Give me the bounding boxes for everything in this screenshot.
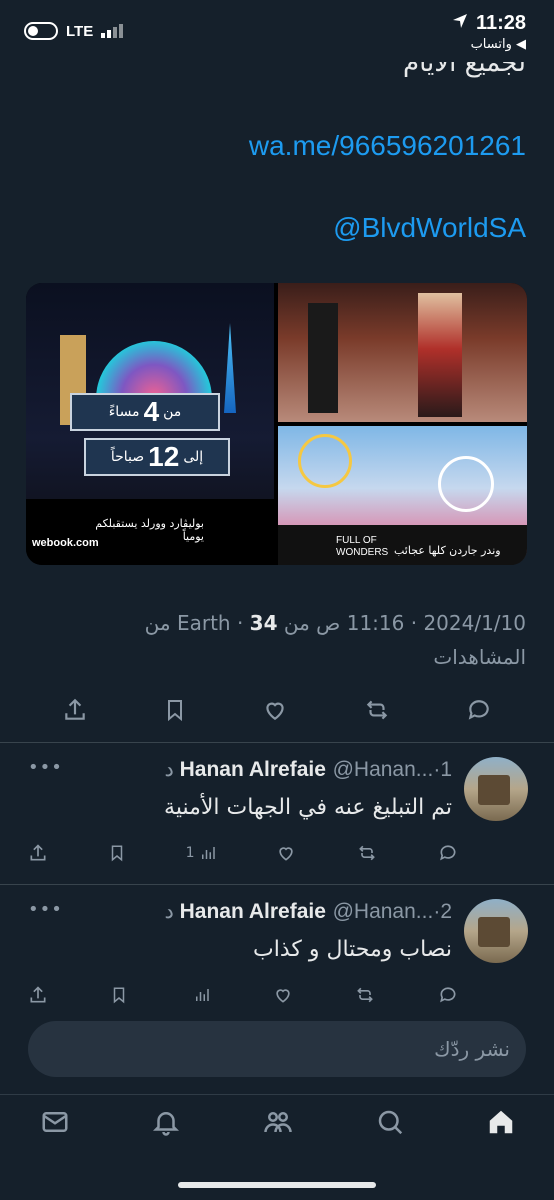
views-stat[interactable]: 1 xyxy=(186,843,217,863)
tweet-actions xyxy=(62,697,492,723)
status-bar: LTE 11:28 ◀ واتساب xyxy=(0,0,554,62)
tab-home[interactable] xyxy=(486,1107,516,1137)
mail-icon xyxy=(40,1107,70,1137)
search-icon xyxy=(375,1107,405,1137)
reply-input[interactable] xyxy=(70,1021,510,1077)
signal-icon xyxy=(101,24,124,38)
like-heart-icon[interactable] xyxy=(262,697,288,723)
reply-actions: 1 xyxy=(28,843,458,863)
mention-link[interactable]: @BlvdWorldSA xyxy=(333,212,526,244)
reply-handle: @Hanan... xyxy=(332,758,434,781)
tab-search[interactable] xyxy=(375,1107,405,1137)
share-icon[interactable] xyxy=(28,985,48,1005)
divider xyxy=(0,884,554,885)
location-arrow-icon xyxy=(452,12,468,35)
analytics-icon xyxy=(199,843,217,863)
back-to-app-link[interactable]: ◀ واتساب xyxy=(452,37,526,52)
more-options-icon[interactable]: ••• xyxy=(28,757,63,778)
reply-header: Hanan Alrefaie @Hanan...·1 د xyxy=(164,758,452,781)
dancer-shape xyxy=(418,293,462,417)
views-count: 1 xyxy=(185,845,195,861)
reply-text: تم التبليغ عنه في الجهات الأمنية xyxy=(164,795,452,820)
views-stat[interactable] xyxy=(189,985,211,1005)
media-caption: بوليڤارد وورلد يستقبلكم يومياً xyxy=(95,517,204,543)
tab-communities[interactable] xyxy=(262,1107,294,1137)
dancer-shape xyxy=(308,303,338,413)
ferris-wheel-shape xyxy=(438,456,494,512)
communities-icon xyxy=(262,1107,294,1137)
clock-time: 11:28 xyxy=(475,12,526,34)
reply-author-name[interactable]: Hanan Alrefaie xyxy=(180,758,326,781)
status-right: 11:28 ◀ واتساب xyxy=(452,12,526,52)
bottom-tab-bar xyxy=(0,1094,554,1200)
bell-icon xyxy=(151,1107,181,1137)
whatsapp-link[interactable]: wa.me/966596201261 xyxy=(249,130,526,162)
media-image-2[interactable] xyxy=(278,283,527,422)
reply-icon[interactable] xyxy=(466,697,492,723)
tweet-time: 11:16 ص xyxy=(316,611,405,635)
reply-header: Hanan Alrefaie @Hanan...·2 د xyxy=(164,900,452,923)
share-icon[interactable] xyxy=(28,843,48,863)
reply-composer xyxy=(28,1021,526,1077)
reply-handle: @Hanan... xyxy=(332,900,434,923)
eiffel-tower-shape xyxy=(224,323,236,413)
bookmark-icon[interactable] xyxy=(108,843,126,863)
reply-icon[interactable] xyxy=(438,843,458,863)
reply-item[interactable]: Hanan Alrefaie @Hanan...·1 د ••• تم التب… xyxy=(0,757,554,877)
more-options-icon[interactable]: ••• xyxy=(28,899,63,920)
reply-text: نصاب ومحتال و كذاب xyxy=(253,937,452,962)
views-count: 34 xyxy=(249,611,278,635)
bookmark-icon[interactable] xyxy=(110,985,128,1005)
like-heart-icon[interactable] xyxy=(276,843,296,863)
bookmark-icon[interactable] xyxy=(163,697,187,723)
media-caption-en: FULL OF WONDERS xyxy=(336,535,389,558)
network-label: LTE xyxy=(66,22,94,40)
tweet-media-grid: من 4 مساءً إلى 12 صباحاً بوليڤارد وورلد … xyxy=(26,283,527,565)
analytics-icon xyxy=(193,985,211,1005)
media-caption-ar: وندر جاردن كلها عجائب xyxy=(394,544,501,557)
media-image-3[interactable]: FULL OF WONDERS وندر جاردن كلها عجائب xyxy=(278,426,527,565)
home-indicator xyxy=(178,1182,376,1188)
retweet-icon[interactable] xyxy=(354,985,376,1005)
reply-actions xyxy=(28,985,458,1005)
media-footer: بوليڤارد وورلد يستقبلكم يومياً webook.co… xyxy=(26,499,274,565)
avatar[interactable] xyxy=(464,899,528,963)
tweet-source: من Earth xyxy=(176,611,310,635)
avatar[interactable] xyxy=(464,757,528,821)
tweet-date: 2024/1/10 xyxy=(423,611,526,635)
sign-to: إلى 12 صباحاً xyxy=(84,438,230,476)
tweet-meta: 2024/1/10 · 11:16 ص من Earth · 34 من الم… xyxy=(144,611,526,669)
status-left: LTE xyxy=(24,22,124,40)
divider xyxy=(0,742,554,743)
reply-icon[interactable] xyxy=(438,985,458,1005)
tab-notifications[interactable] xyxy=(151,1107,181,1137)
sign-from: من 4 مساءً xyxy=(70,393,220,431)
battery-icon xyxy=(24,22,58,40)
webook-logo: webook.com xyxy=(32,537,99,549)
retweet-icon[interactable] xyxy=(356,843,378,863)
reply-item[interactable]: Hanan Alrefaie @Hanan...·2 د ••• نصاب وم… xyxy=(0,899,554,1009)
carousel-shape xyxy=(298,434,352,488)
like-heart-icon[interactable] xyxy=(273,985,293,1005)
tab-messages[interactable] xyxy=(40,1107,70,1137)
reply-author-name[interactable]: Hanan Alrefaie xyxy=(180,900,326,923)
share-icon[interactable] xyxy=(62,697,88,723)
media-image-1[interactable]: من 4 مساءً إلى 12 صباحاً بوليڤارد وورلد … xyxy=(26,283,274,565)
home-icon xyxy=(486,1107,516,1137)
retweet-icon[interactable] xyxy=(363,697,391,723)
